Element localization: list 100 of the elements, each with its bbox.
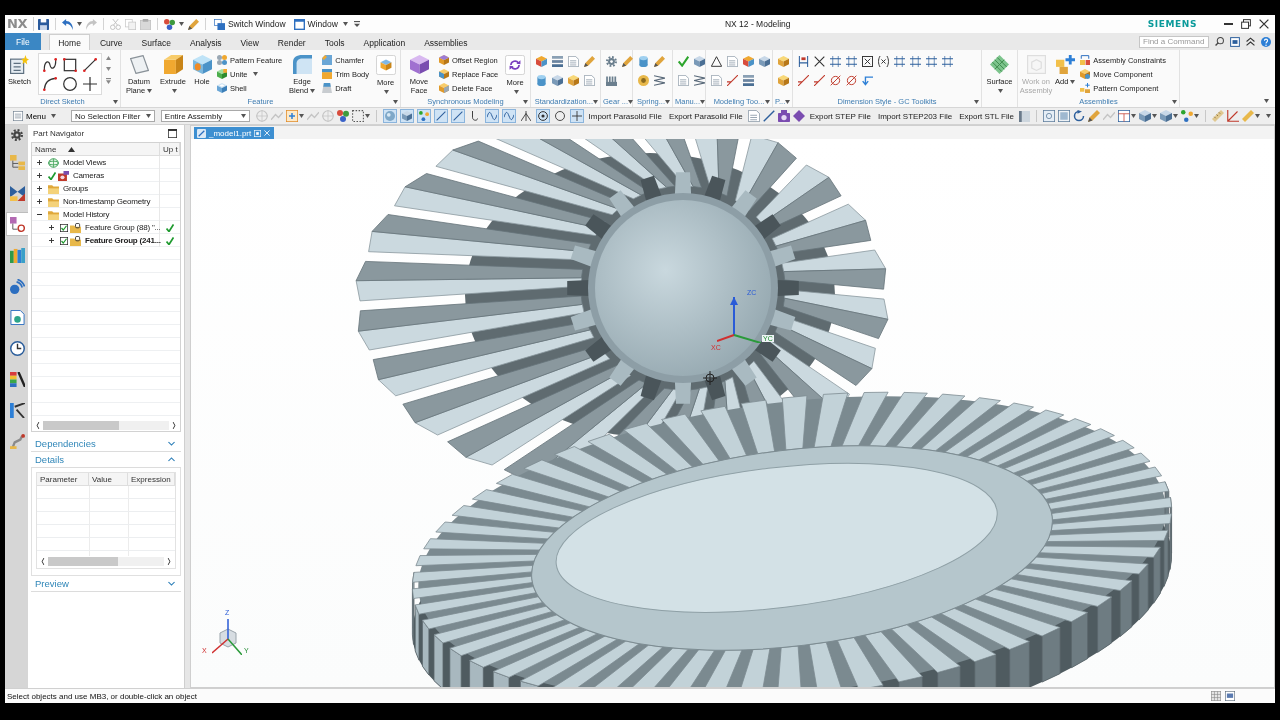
caret-icon[interactable] [628, 99, 633, 104]
snap-toggle[interactable] [569, 109, 584, 123]
caret-icon[interactable] [384, 90, 389, 94]
ribbon-tab[interactable]: Surface [132, 34, 180, 50]
caret-icon[interactable] [113, 99, 118, 104]
quick-access-button[interactable]: Switch Window [211, 16, 288, 32]
caret-icon[interactable] [393, 99, 398, 104]
tree-item[interactable]: Feature Group (88) "... [85, 223, 161, 232]
angle-icon[interactable] [1227, 110, 1239, 122]
tree-item[interactable]: Cameras [73, 171, 105, 180]
toolbar-command[interactable]: Export Parasolid File [666, 111, 745, 121]
cylinder-icon[interactable] [536, 75, 547, 86]
maximize-icon[interactable] [168, 129, 177, 138]
tree-item[interactable]: Non-timestamp Geometry [63, 197, 151, 206]
ribbon-tab[interactable]: Curve [90, 34, 132, 50]
dots-cluster-icon[interactable] [336, 110, 349, 122]
collapse-toggle-icon[interactable] [37, 213, 42, 216]
screen-icon[interactable] [1225, 691, 1235, 701]
bracketed-cross-icon[interactable] [878, 56, 889, 67]
snap-toggle[interactable] [416, 109, 431, 123]
caret-icon[interactable] [998, 89, 1003, 93]
caret-icon[interactable] [700, 99, 705, 104]
pin-icon[interactable] [254, 129, 262, 137]
block-icon[interactable] [568, 75, 579, 86]
caret-icon[interactable] [1152, 114, 1157, 118]
selection-filter-dropdown[interactable]: No Selection Filter [71, 110, 155, 122]
collapse-ribbon-icon[interactable] [1246, 37, 1255, 46]
ribbon-tab[interactable]: Tools [315, 34, 354, 50]
boxed-cross-icon[interactable] [862, 56, 873, 67]
ribbon-tab[interactable]: Analysis [180, 34, 231, 50]
add-box-icon[interactable] [285, 110, 298, 122]
plus-icon[interactable] [82, 76, 97, 91]
ribbon-tab[interactable]: Render [268, 34, 315, 50]
tree-item[interactable]: Groups [63, 184, 89, 193]
dots-cluster-icon[interactable] [163, 18, 175, 30]
view-icon[interactable] [1058, 110, 1070, 122]
caret-icon[interactable] [1173, 114, 1178, 118]
snap-toggle[interactable] [552, 109, 567, 123]
close-button[interactable] [1257, 17, 1271, 31]
hash-icon[interactable] [942, 56, 953, 67]
close-icon[interactable] [264, 130, 271, 136]
caret-icon[interactable] [298, 114, 304, 118]
caret-icon[interactable] [310, 89, 316, 93]
caret-icon[interactable] [513, 90, 519, 94]
ribbon-tab[interactable]: Home [49, 34, 90, 50]
file-menu-tab[interactable]: File [5, 33, 41, 50]
toolbar-command[interactable]: Import Parasolid File [586, 111, 664, 121]
caret-icon[interactable] [1255, 114, 1260, 118]
ribbon-tab[interactable]: View [231, 34, 268, 50]
scrollbar-thumb[interactable] [43, 420, 119, 430]
undo-icon[interactable] [61, 18, 73, 30]
search-icon[interactable] [1215, 37, 1224, 46]
return-arrow-icon[interactable] [862, 75, 873, 86]
triangle-icon[interactable] [711, 56, 722, 67]
panel-icon[interactable] [1230, 36, 1240, 47]
expand-toggle-icon[interactable] [49, 225, 54, 230]
ribbon-tab[interactable]: Assemblies [415, 34, 477, 50]
snap-toggle[interactable] [382, 109, 397, 123]
circle-icon[interactable] [62, 76, 77, 91]
block-icon[interactable] [694, 56, 705, 67]
hash-icon[interactable] [926, 56, 937, 67]
line-icon[interactable] [82, 57, 97, 72]
cylinder-icon[interactable] [638, 56, 649, 67]
customize-icon[interactable] [353, 21, 360, 27]
menu-button[interactable]: Menu [11, 111, 58, 121]
block-icon[interactable] [536, 56, 547, 67]
pencil-icon[interactable] [622, 56, 633, 67]
caret-icon[interactable] [1264, 99, 1269, 103]
assembly-scope-dropdown[interactable]: Entire Assembly [160, 110, 250, 122]
camera-icon[interactable] [777, 110, 790, 122]
caret-icon[interactable] [785, 99, 791, 104]
block-icon[interactable] [1160, 110, 1172, 122]
expand-toggle-icon[interactable] [37, 199, 42, 204]
expand-toggle-icon[interactable] [37, 160, 42, 165]
block-icon[interactable] [1139, 110, 1151, 122]
gallery-expand-icon[interactable] [105, 78, 111, 84]
column-header[interactable]: Up t [160, 143, 180, 155]
snap-toggle[interactable] [399, 109, 414, 123]
stack-icon[interactable] [743, 75, 754, 86]
clipboard-icon[interactable] [139, 18, 151, 30]
caret-icon[interactable] [1172, 99, 1177, 104]
spring-icon[interactable] [694, 75, 705, 86]
caret-icon[interactable] [51, 114, 56, 118]
column-header[interactable]: Value [89, 473, 128, 485]
snap-toggle[interactable] [535, 109, 550, 123]
scroll-right-icon[interactable] [172, 421, 176, 429]
caret-icon[interactable] [1266, 114, 1271, 118]
selection-box-icon[interactable] [351, 110, 364, 122]
caret-icon[interactable] [593, 99, 598, 104]
tree-item[interactable]: Model Views [63, 158, 106, 167]
pencil-icon[interactable] [1088, 110, 1100, 122]
dimension-tool-icon[interactable] [798, 56, 809, 67]
scroll-up-icon[interactable] [105, 56, 111, 60]
caret-icon[interactable] [342, 22, 348, 26]
snap-toggle[interactable] [450, 109, 465, 123]
diamond-icon[interactable] [792, 110, 805, 122]
caret-icon[interactable] [974, 99, 979, 104]
quick-access-button[interactable]: Window [291, 16, 350, 32]
arc-icon[interactable] [42, 76, 57, 91]
ribbon-tab[interactable]: Application [354, 34, 415, 50]
